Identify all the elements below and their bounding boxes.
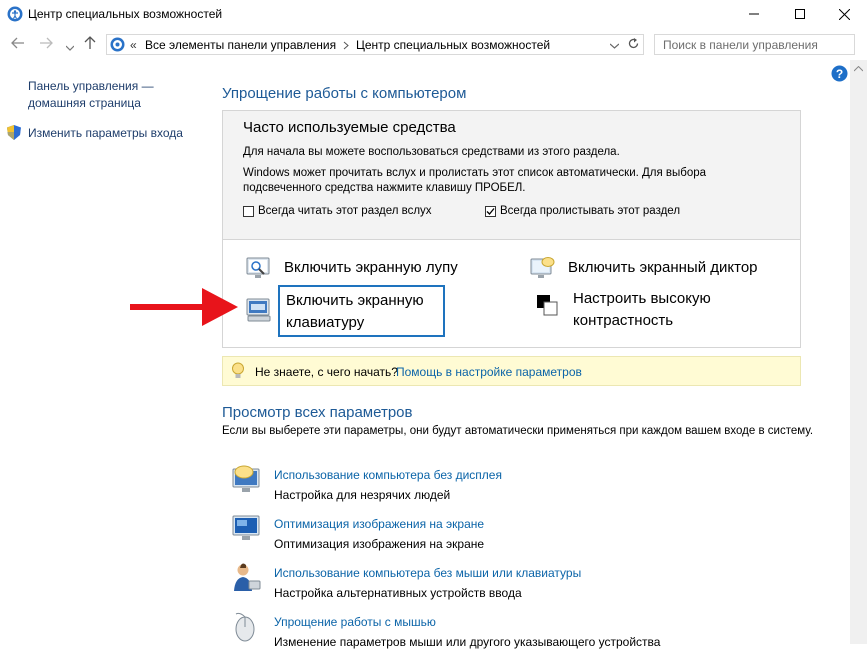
accessibility-center-icon <box>7 6 23 22</box>
lightbulb-icon <box>232 362 244 378</box>
minimize-icon <box>749 13 759 15</box>
hint-text: Не знаете, с чего начать? <box>255 365 398 379</box>
breadcrumb-overflow[interactable]: « <box>130 38 137 52</box>
monitor-display-icon <box>232 515 260 540</box>
always-read-checkbox-box[interactable] <box>243 205 254 217</box>
vertical-scrollbar[interactable] <box>850 60 867 644</box>
always-read-checkbox[interactable]: Всегда читать этот раздел вслух <box>243 205 432 217</box>
always-scroll-checkbox-box[interactable] <box>485 205 496 217</box>
user-input-devices-icon <box>234 563 261 591</box>
always-scroll-label: Всегда пролистывать этот раздел <box>500 205 681 217</box>
start-magnifier-link[interactable]: Включить экранную лупу <box>246 256 458 280</box>
category-desc-optimize-display: Оптимизация изображения на экране <box>274 537 485 551</box>
chevron-right-icon <box>343 41 349 50</box>
sidebar-home-link[interactable]: Панель управления — домашняя страница <box>28 78 154 112</box>
chevron-down-icon <box>609 43 620 49</box>
category-desc-mouse: Изменение параметров мыши или другого ук… <box>274 635 661 649</box>
high-contrast-label-line1: Настроить высокую <box>573 290 711 307</box>
set-up-high-contrast-link[interactable]: Настроить высокую контрастность <box>573 288 711 332</box>
shield-icon <box>7 125 21 140</box>
breadcrumb-item-current[interactable]: Центр специальных возможностей <box>356 38 550 52</box>
category-desc-without-display: Настройка для незрячих людей <box>274 488 451 502</box>
sidebar-home-link-line1: Панель управления — <box>28 79 154 93</box>
maximize-button[interactable] <box>777 0 823 28</box>
chevron-down-icon <box>65 45 75 51</box>
checkmark-icon <box>486 207 495 215</box>
svg-text:?: ? <box>836 67 843 81</box>
help-icon: ? <box>831 65 848 82</box>
minimize-button[interactable] <box>731 0 777 28</box>
frequent-tools-title: Часто используемые средства <box>243 119 456 136</box>
on-screen-keyboard-icon <box>246 298 271 322</box>
sidebar-signin-settings-link[interactable]: Изменить параметры входа <box>28 125 183 142</box>
sidebar-home-link-line2: домашняя страница <box>28 96 141 110</box>
high-contrast-icon <box>537 295 558 316</box>
recent-locations-button[interactable] <box>65 40 75 54</box>
search-placeholder: Поиск в панели управления <box>663 38 818 52</box>
all-settings-desc: Если вы выберете эти параметры, они буду… <box>222 425 814 437</box>
close-icon <box>838 8 850 20</box>
annotation-arrow <box>130 288 238 326</box>
magnifier-icon <box>246 257 270 278</box>
keyboard-icon-wrap <box>246 298 272 325</box>
arrow-left-icon <box>11 37 24 49</box>
close-button[interactable] <box>821 0 867 28</box>
maximize-icon <box>795 9 805 19</box>
back-button[interactable] <box>11 37 25 52</box>
frequent-tools-desc-line1: Windows может прочитать вслух и пролиста… <box>243 167 707 179</box>
frequent-tools-desc-line2: подсвеченного средства нажмите клавишу П… <box>243 182 526 194</box>
category-link-without-mouse-keyboard[interactable]: Использование компьютера без мыши или кл… <box>274 566 581 580</box>
all-settings-title: Просмотр всех параметров <box>222 404 413 421</box>
forward-button[interactable] <box>39 37 53 52</box>
start-keyboard-label-line1: Включить экранную <box>286 292 424 309</box>
start-narrator-label: Включить экранный диктор <box>568 259 758 276</box>
frequent-tools-desc: Для начала вы можете воспользоваться сре… <box>243 146 620 158</box>
window-title: Центр специальных возможностей <box>28 7 223 21</box>
always-scroll-checkbox[interactable]: Всегда пролистывать этот раздел <box>485 205 680 217</box>
control-panel-icon <box>110 37 125 52</box>
category-link-without-display[interactable]: Использование компьютера без дисплея <box>274 468 502 482</box>
start-keyboard-label-line2: клавиатуру <box>286 314 365 331</box>
start-narrator-link[interactable]: Включить экранный диктор <box>530 255 758 281</box>
category-link-mouse[interactable]: Упрощение работы с мышью <box>274 615 436 629</box>
breadcrumb-item-all-items[interactable]: Все элементы панели управления <box>145 38 336 52</box>
hint-help-link[interactable]: Помощь в настройке параметров <box>396 365 582 379</box>
address-dropdown-button[interactable] <box>609 38 620 52</box>
high-contrast-label-line2: контрастность <box>573 312 674 329</box>
help-button[interactable]: ? <box>831 65 848 85</box>
search-input[interactable]: Поиск в панели управления <box>654 34 855 55</box>
narrator-icon <box>530 257 555 278</box>
start-on-screen-keyboard-link[interactable]: Включить экранную клавиатуру <box>278 285 445 337</box>
category-desc-without-mouse-keyboard: Настройка альтернативных устройств ввода <box>274 586 522 600</box>
high-contrast-icon-wrap <box>536 294 558 319</box>
mouse-icon <box>235 612 255 642</box>
start-magnifier-label: Включить экранную лупу <box>284 259 458 276</box>
up-button[interactable] <box>84 36 96 53</box>
scroll-up-icon[interactable] <box>854 66 863 72</box>
refresh-icon <box>628 38 639 49</box>
monitor-narrator-icon <box>232 465 260 492</box>
refresh-button[interactable] <box>627 37 640 53</box>
ease-section-title: Упрощение работы с компьютером <box>222 85 467 102</box>
arrow-right-icon <box>40 37 53 49</box>
always-read-label: Всегда читать этот раздел вслух <box>258 205 432 217</box>
category-link-optimize-display[interactable]: Оптимизация изображения на экране <box>274 517 484 531</box>
arrow-up-icon <box>84 36 96 49</box>
